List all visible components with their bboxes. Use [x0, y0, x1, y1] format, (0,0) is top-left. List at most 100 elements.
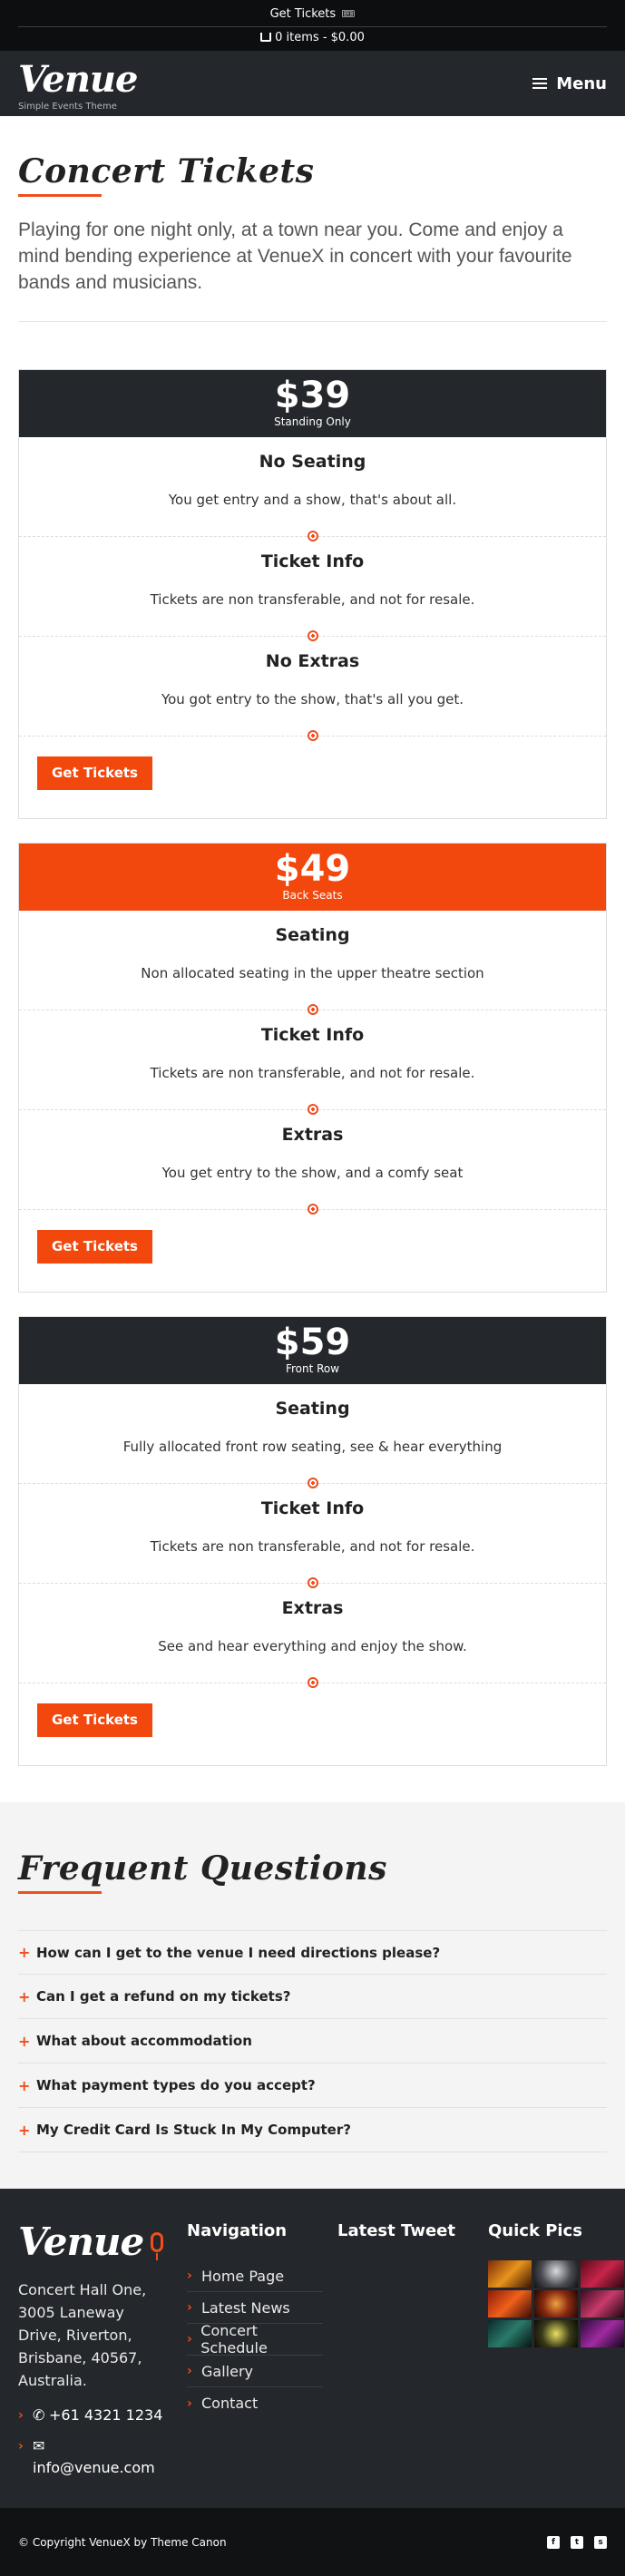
faq-item[interactable]: + How can I get to the venue I need direc… — [18, 1930, 607, 1975]
card-feature: Seating Fully allocated front row seating… — [19, 1384, 606, 1488]
card-price: $39 — [274, 375, 351, 416]
menu-label[interactable]: Menu — [556, 74, 607, 93]
faq-question[interactable]: What about accommodation — [36, 2033, 252, 2049]
hamburger-icon — [532, 78, 548, 90]
card-price: $49 — [274, 848, 351, 890]
feature-text: Non allocated seating in the upper theat… — [141, 965, 484, 981]
card-feature: Extras See and hear everything and enjoy … — [19, 1584, 606, 1688]
feature-text: Tickets are non transferable, and not fo… — [150, 591, 475, 608]
card-label: Back Seats — [282, 889, 343, 902]
faq-item[interactable]: + Can I get a refund on my tickets? — [18, 1975, 607, 2019]
footer-nav-label[interactable]: Contact — [201, 2395, 258, 2412]
footer-nav-label[interactable]: Latest News — [201, 2299, 290, 2317]
card-feature: No Seating You get entry and a show, that… — [19, 437, 606, 542]
card-header: $59 Front Row — [19, 1317, 606, 1384]
chevron-right-icon: › — [187, 2332, 192, 2347]
top-get-tickets[interactable]: Get Tickets 🎟 — [18, 0, 607, 27]
card-feature: Seating Non allocated seating in the uppe… — [19, 911, 606, 1015]
footer-nav-label[interactable]: Home Page — [201, 2268, 284, 2285]
gallery-thumbnail[interactable] — [488, 2320, 532, 2347]
faq-question[interactable]: My Credit Card Is Stuck In My Computer? — [36, 2122, 351, 2138]
footer-nav-item[interactable]: › Contact — [187, 2387, 323, 2419]
faq-question[interactable]: Can I get a refund on my tickets? — [36, 1988, 290, 2005]
plus-icon: + — [18, 1987, 31, 2005]
footer-nav-item[interactable]: › Gallery — [187, 2356, 323, 2387]
get-tickets-button[interactable]: Get Tickets — [37, 756, 152, 790]
card-feature: Ticket Info Tickets are non transferable,… — [19, 1010, 606, 1115]
gallery-thumbnail[interactable] — [581, 2290, 624, 2317]
footer-pics-title: Quick Pics — [488, 2221, 582, 2240]
intro-text: Playing for one night only, at a town ne… — [18, 220, 572, 293]
pricing-card-back-seats: $49 Back Seats Seating Non allocated seat… — [18, 843, 607, 1293]
footer-nav-label[interactable]: Concert Schedule — [200, 2322, 323, 2356]
plus-icon: + — [18, 2032, 31, 2050]
feature-title: Extras — [281, 1598, 344, 1618]
feature-text: You get entry to the show, and a comfy s… — [161, 1165, 464, 1181]
faq-question[interactable]: What payment types do you accept? — [36, 2077, 316, 2093]
footer-logo-text[interactable]: Venue — [18, 2220, 144, 2264]
card-feature: Extras You get entry to the show, and a c… — [19, 1110, 606, 1215]
chevron-right-icon: › — [187, 2364, 192, 2378]
faq-item[interactable]: + My Credit Card Is Stuck In My Computer? — [18, 2108, 607, 2152]
plus-icon: + — [18, 2121, 31, 2139]
faq-item[interactable]: + What payment types do you accept? — [18, 2064, 607, 2108]
chevron-right-icon: › — [187, 2395, 192, 2411]
ticket-icon: 🎟 — [341, 7, 356, 20]
logo[interactable]: Venue — [18, 58, 138, 101]
footer-quick-pics: Quick Pics — [470, 2220, 624, 2479]
feature-title: No Extras — [265, 651, 360, 671]
card-feature: Ticket Info Tickets are non transferable,… — [19, 537, 606, 641]
feature-text: You get entry and a show, that's about a… — [168, 492, 457, 508]
gallery-thumbnail[interactable] — [581, 2260, 624, 2288]
cart-label[interactable]: 0 items - $0.00 — [275, 31, 365, 44]
footer-nav-label[interactable]: Gallery — [201, 2363, 253, 2380]
chevron-right-icon: › — [18, 2439, 24, 2454]
share-icon[interactable]: s — [594, 2535, 607, 2549]
phone-text[interactable]: +61 4321 1234 — [49, 2405, 162, 2426]
feature-text: Fully allocated front row seating, see &… — [122, 1439, 503, 1455]
feature-title: Seating — [275, 1399, 350, 1419]
footer-about: Venue Concert Hall One, 3005 Laneway Dri… — [0, 2220, 169, 2479]
feature-text: Tickets are non transferable, and not fo… — [150, 1065, 475, 1081]
gallery-thumbnail[interactable] — [534, 2260, 578, 2288]
pricing-card-standing: $39 Standing Only No Seating You get entr… — [18, 369, 607, 819]
footer-nav-title: Navigation — [187, 2221, 288, 2240]
feature-title: Ticket Info — [260, 1498, 365, 1518]
cart-summary[interactable]: 0 items - $0.00 — [0, 27, 625, 51]
chevron-right-icon: › — [18, 2408, 24, 2423]
gallery-thumbnail[interactable] — [534, 2290, 578, 2317]
faq-item[interactable]: + What about accommodation — [18, 2019, 607, 2064]
feature-text: See and hear everything and enjoy the sh… — [158, 1638, 467, 1654]
chevron-right-icon: › — [187, 2269, 192, 2283]
facebook-icon[interactable]: f — [547, 2535, 560, 2549]
intro-section: Concert Tickets Playing for one night on… — [0, 116, 625, 296]
get-tickets-button[interactable]: Get Tickets — [37, 1230, 152, 1264]
page-title: Concert Tickets — [18, 152, 315, 190]
get-tickets-button[interactable]: Get Tickets — [37, 1703, 152, 1737]
plus-icon: + — [18, 2076, 31, 2094]
faq-list: + How can I get to the venue I need direc… — [18, 1930, 607, 2152]
card-header: $49 Back Seats — [19, 844, 606, 911]
footer-nav-item[interactable]: › Latest News — [187, 2292, 323, 2324]
gallery-thumbnail[interactable] — [581, 2320, 624, 2347]
footer-tweets: Latest Tweet — [319, 2220, 470, 2479]
title-underline — [18, 194, 102, 197]
copyright-bar: © Copyright VenueX by Theme Canon f t s — [0, 2508, 625, 2576]
site-footer: Venue Concert Hall One, 3005 Laneway Dri… — [0, 2189, 625, 2508]
twitter-icon[interactable]: t — [571, 2535, 583, 2549]
footer-logo[interactable]: Venue — [18, 2220, 169, 2264]
faq-section: Frequent Questions + How can I get to the… — [0, 1802, 625, 2189]
gallery-thumbnail[interactable] — [488, 2290, 532, 2317]
menu-button[interactable]: Menu — [532, 74, 607, 93]
footer-phone[interactable]: › ✆ +61 4321 1234 — [18, 2405, 169, 2426]
gallery-thumbnail[interactable] — [534, 2320, 578, 2347]
faq-question[interactable]: How can I get to the venue I need direct… — [36, 1945, 440, 1961]
top-get-tickets-label[interactable]: Get Tickets — [270, 7, 337, 21]
email-text[interactable]: info@venue.com — [33, 2459, 155, 2476]
gallery-thumbnail[interactable] — [488, 2260, 532, 2288]
chevron-right-icon: › — [187, 2300, 192, 2315]
footer-nav-item[interactable]: › Home Page — [187, 2260, 323, 2292]
footer-email[interactable]: › ✉ info@venue.com — [18, 2435, 169, 2479]
top-bar: Get Tickets 🎟 0 items - $0.00 — [0, 0, 625, 51]
footer-nav-item[interactable]: › Concert Schedule — [187, 2322, 323, 2356]
